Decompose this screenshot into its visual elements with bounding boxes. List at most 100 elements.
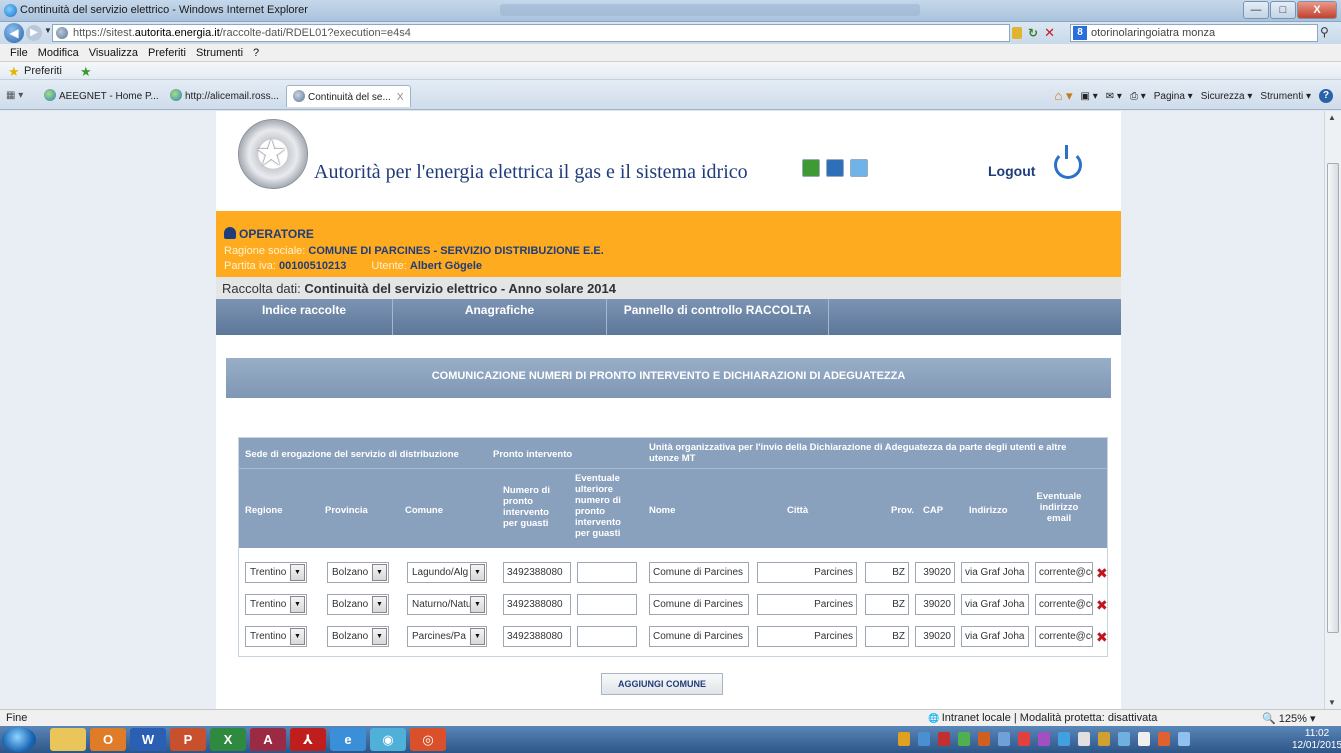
logout-link[interactable]: Logout xyxy=(988,163,1035,179)
explorer-folder-icon[interactable] xyxy=(50,728,86,751)
nav-pannello-controllo[interactable]: Pannello di controllo RACCOLTA xyxy=(607,299,829,335)
tray-icon[interactable] xyxy=(1038,732,1050,746)
back-arrow-icon[interactable]: ◀ xyxy=(4,23,24,43)
tray-icon[interactable] xyxy=(978,732,990,746)
indirizzo-input[interactable]: via Graf Joha xyxy=(961,594,1029,615)
flag-icon[interactable] xyxy=(1158,732,1170,746)
tray-icon[interactable] xyxy=(998,732,1010,746)
powerpoint-icon[interactable]: P xyxy=(170,728,206,751)
citta-input[interactable]: Parcines xyxy=(757,626,857,647)
provincia-select[interactable]: Bolzano ▼ xyxy=(327,626,389,647)
stop-icon[interactable]: ✕ xyxy=(1044,25,1055,41)
nome-input[interactable]: Comune di Parcines xyxy=(649,594,749,615)
nav-anagrafiche[interactable]: Anagrafiche xyxy=(393,299,607,335)
volume-icon[interactable] xyxy=(1138,732,1150,746)
media-icon[interactable]: ◉ xyxy=(370,728,406,751)
nome-input[interactable]: Comune di Parcines xyxy=(649,626,749,647)
chevron-down-icon[interactable]: ▼ xyxy=(372,564,387,581)
ulteriore-input[interactable] xyxy=(577,626,637,647)
network-icon[interactable] xyxy=(1178,732,1190,746)
menu-modifica[interactable]: Modifica xyxy=(38,47,79,59)
url-input[interactable]: https://sitest.autorita.energia.it/racco… xyxy=(52,24,1010,42)
security-zone[interactable]: Intranet locale | Modalità protetta: dis… xyxy=(928,712,1158,724)
home-icon[interactable]: ⌂ ▾ xyxy=(1055,88,1073,104)
email-input[interactable]: corrente@co xyxy=(1035,626,1093,647)
help-icon[interactable]: ? xyxy=(1319,89,1333,103)
ulteriore-input[interactable] xyxy=(577,562,637,583)
chevron-down-icon[interactable]: ▼ xyxy=(290,596,305,613)
tab-continuita[interactable]: Continuità del se... X xyxy=(286,85,411,107)
email-input[interactable]: corrente@co xyxy=(1035,594,1093,615)
forward-arrow-icon[interactable]: ▶ xyxy=(26,25,42,41)
chrome-icon[interactable]: ◎ xyxy=(410,728,446,751)
feeds-icon[interactable]: ▣ ▾ xyxy=(1081,91,1098,102)
citta-input[interactable]: Parcines xyxy=(757,594,857,615)
numero-input[interactable]: 3492388080 xyxy=(503,594,571,615)
chevron-down-icon[interactable]: ▼ xyxy=(470,564,485,581)
tray-icon[interactable] xyxy=(898,732,910,746)
search-input[interactable]: 8 otorinolaringoiatra monza xyxy=(1070,24,1318,42)
provincia-select[interactable]: Bolzano ▼ xyxy=(327,594,389,615)
citta-input[interactable]: Parcines xyxy=(757,562,857,583)
ulteriore-input[interactable] xyxy=(577,594,637,615)
tray-icon[interactable] xyxy=(918,732,930,746)
chevron-down-icon[interactable]: ▼ xyxy=(372,596,387,613)
tray-icon[interactable] xyxy=(1098,732,1110,746)
tray-icon[interactable] xyxy=(958,732,970,746)
menu-help[interactable]: ? xyxy=(253,47,259,59)
excel-icon[interactable]: X xyxy=(210,728,246,751)
add-comune-button[interactable]: AGGIUNGI COMUNE xyxy=(601,673,723,695)
scroll-up-icon[interactable]: ▲ xyxy=(1328,113,1336,122)
tray-icon[interactable] xyxy=(1078,732,1090,746)
lock-icon[interactable] xyxy=(1012,27,1022,39)
chevron-down-icon[interactable]: ▼ xyxy=(372,628,387,645)
comune-select[interactable]: Parcines/Pa ▼ xyxy=(407,626,487,647)
taskbar-clock[interactable]: 11:02 12/01/2015 xyxy=(1292,728,1341,752)
menu-file[interactable]: File xyxy=(10,47,28,59)
indirizzo-input[interactable]: via Graf Joha xyxy=(961,626,1029,647)
cap-input[interactable]: 39020 xyxy=(915,562,955,583)
chevron-down-icon[interactable]: ▼ xyxy=(470,628,485,645)
regione-select[interactable]: Trentino ▼ xyxy=(245,626,307,647)
prov-input[interactable]: BZ xyxy=(865,562,909,583)
zoom-level[interactable]: 🔍 125% ▾ xyxy=(1262,712,1315,725)
email-input[interactable]: corrente@co xyxy=(1035,562,1093,583)
indirizzo-input[interactable]: via Graf Joha xyxy=(961,562,1029,583)
vertical-scrollbar[interactable]: ▲ ▼ xyxy=(1324,111,1341,709)
nome-input[interactable]: Comune di Parcines xyxy=(649,562,749,583)
regione-select[interactable]: Trentino ▼ xyxy=(245,594,307,615)
tab-aeegnet[interactable]: AEEGNET - Home P... xyxy=(38,85,165,107)
chevron-down-icon[interactable]: ▼ xyxy=(290,564,305,581)
electricity-icon[interactable] xyxy=(802,159,820,177)
chevron-down-icon[interactable]: ▼ xyxy=(290,628,305,645)
numero-input[interactable]: 3492388080 xyxy=(503,562,571,583)
internet-explorer-icon[interactable]: e xyxy=(330,728,366,751)
power-icon[interactable] xyxy=(1054,145,1082,179)
add-favorite-icon[interactable]: ★ xyxy=(80,64,92,80)
menu-pagina[interactable]: Pagina ▾ xyxy=(1154,91,1193,102)
cap-input[interactable]: 39020 xyxy=(915,594,955,615)
tab-alicemail[interactable]: http://alicemail.ross... xyxy=(164,85,285,107)
comune-select[interactable]: Lagundo/Alg ▼ xyxy=(407,562,487,583)
provincia-select[interactable]: Bolzano ▼ xyxy=(327,562,389,583)
favorites-button[interactable]: Preferiti xyxy=(24,65,62,77)
water-icon[interactable] xyxy=(850,159,868,177)
tray-icon[interactable] xyxy=(1018,732,1030,746)
regione-select[interactable]: Trentino ▼ xyxy=(245,562,307,583)
scroll-down-icon[interactable]: ▼ xyxy=(1328,698,1336,707)
search-icon[interactable]: ⚲ xyxy=(1320,25,1329,39)
gas-icon[interactable] xyxy=(826,159,844,177)
mail-icon[interactable]: ✉ ▾ xyxy=(1106,91,1122,102)
tray-icon[interactable] xyxy=(1058,732,1070,746)
start-button[interactable] xyxy=(2,727,36,752)
acrobat-icon[interactable]: ⅄ xyxy=(290,728,326,751)
history-dropdown-icon[interactable]: ▼ xyxy=(44,26,52,35)
maximize-button[interactable]: □ xyxy=(1270,1,1296,19)
delete-row-icon[interactable]: ✖ xyxy=(1096,597,1108,614)
comune-select[interactable]: Naturno/Natu ▼ xyxy=(407,594,487,615)
delete-row-icon[interactable]: ✖ xyxy=(1096,565,1108,582)
menu-sicurezza[interactable]: Sicurezza ▾ xyxy=(1201,91,1253,102)
prov-input[interactable]: BZ xyxy=(865,594,909,615)
close-button[interactable]: X xyxy=(1297,1,1337,19)
close-tab-icon[interactable]: X xyxy=(397,92,404,103)
